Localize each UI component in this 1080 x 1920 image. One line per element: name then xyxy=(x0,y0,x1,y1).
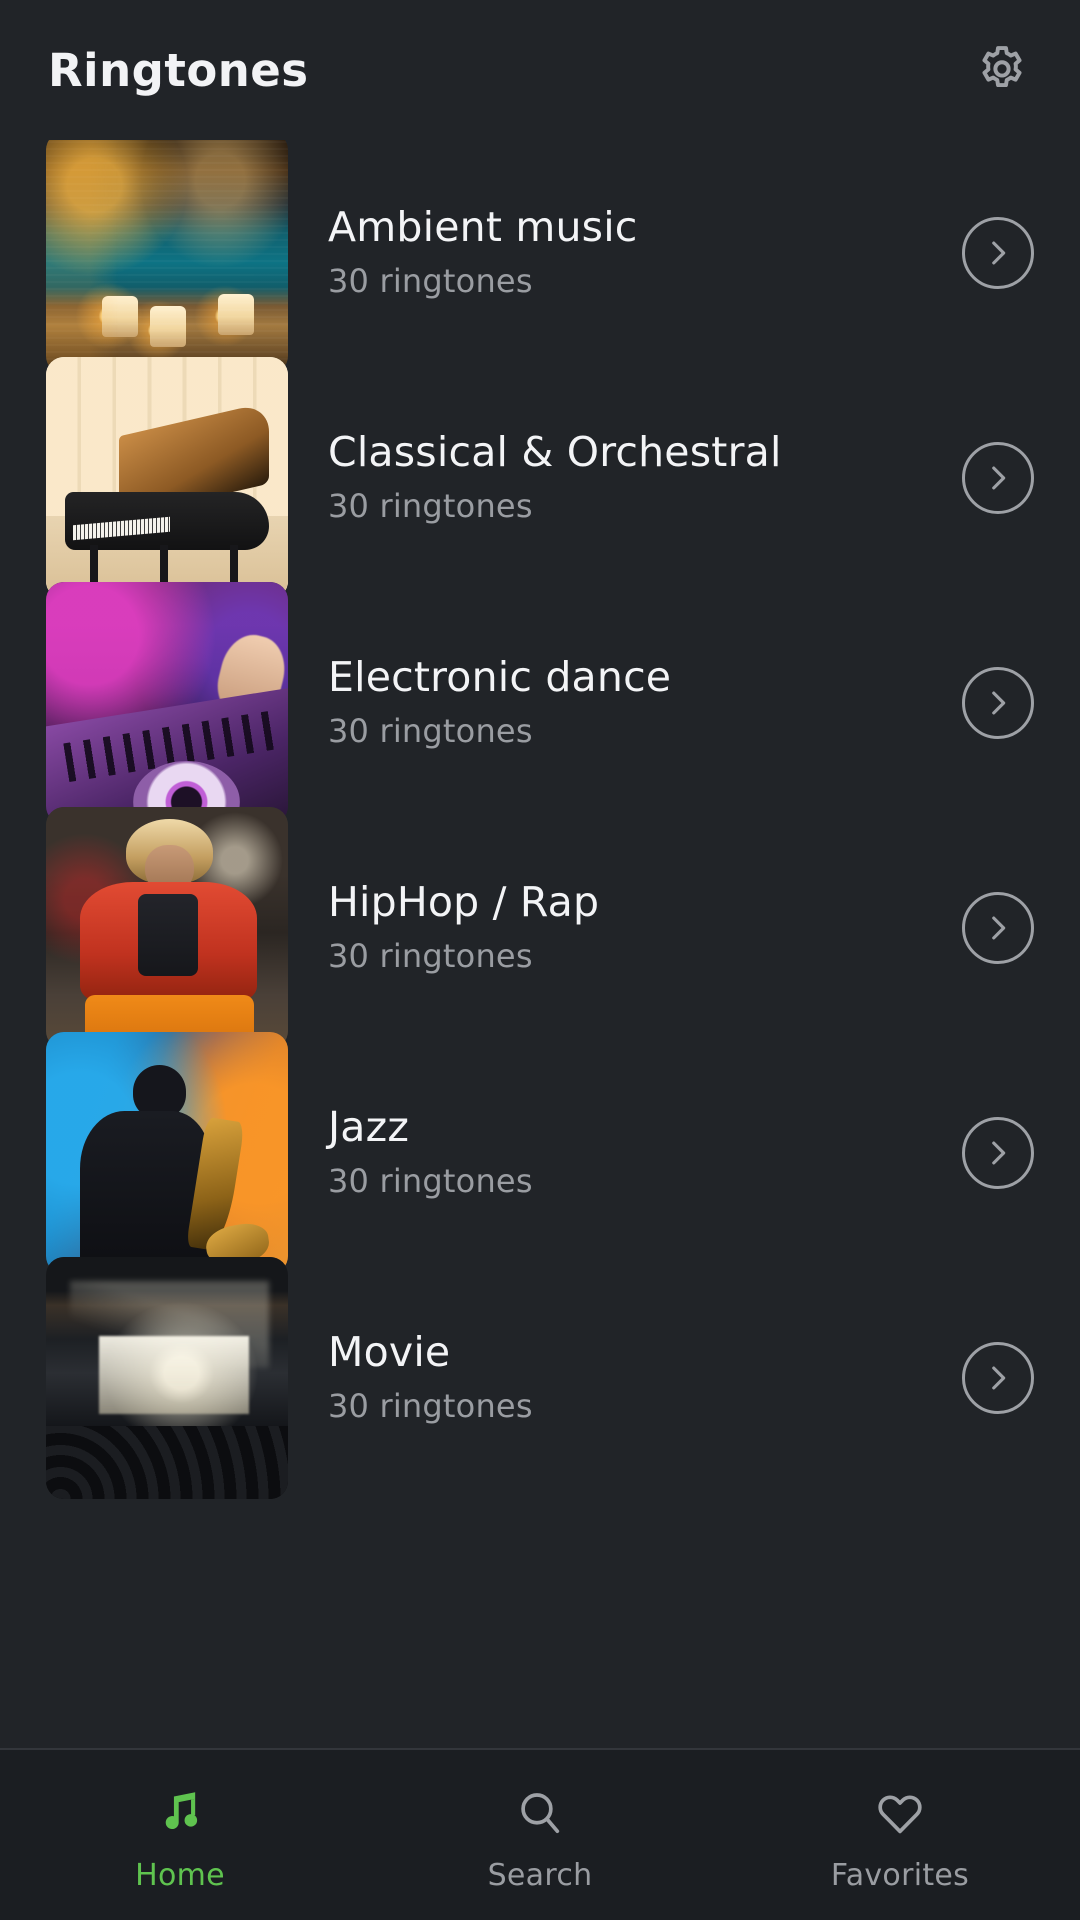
list-item-title: Electronic dance xyxy=(328,653,672,702)
heart-icon xyxy=(874,1784,926,1842)
list-item-subtitle: 30 ringtones xyxy=(328,937,533,976)
list-item[interactable]: Movie 30 ringtones xyxy=(0,1256,1080,1499)
chevron-right-icon[interactable] xyxy=(962,216,1034,289)
nav-item-home[interactable]: Home xyxy=(0,1750,360,1920)
list-item-subtitle: 30 ringtones xyxy=(328,262,533,301)
app-header: Ringtones xyxy=(0,0,1080,140)
list-item-text: Ambient music 30 ringtones xyxy=(288,205,962,299)
list-item[interactable]: Electronic dance 30 ringtones xyxy=(0,581,1080,824)
music-note-icon xyxy=(154,1784,206,1842)
category-thumbnail xyxy=(46,1031,288,1274)
nav-label-favorites: Favorites xyxy=(830,1857,970,1893)
list-item-subtitle: 30 ringtones xyxy=(328,1162,533,1201)
category-list[interactable]: Ambient music 30 ringtones Classical & O… xyxy=(0,140,1080,1748)
list-item[interactable]: Classical & Orchestral 30 ringtones xyxy=(0,356,1080,599)
chevron-right-icon[interactable] xyxy=(962,666,1034,739)
nav-item-favorites[interactable]: Favorites xyxy=(720,1750,1080,1920)
category-thumbnail xyxy=(46,1256,288,1499)
category-thumbnail xyxy=(46,140,288,374)
search-icon xyxy=(514,1784,566,1842)
list-item-text: HipHop / Rap 30 ringtones xyxy=(288,880,962,974)
list-item[interactable]: Ambient music 30 ringtones xyxy=(0,140,1080,374)
nav-label-search: Search xyxy=(487,1857,593,1893)
list-item[interactable]: HipHop / Rap 30 ringtones xyxy=(0,806,1080,1049)
list-item-text: Jazz 30 ringtones xyxy=(288,1105,962,1199)
settings-button[interactable] xyxy=(970,38,1034,102)
chevron-right-icon[interactable] xyxy=(962,891,1034,964)
list-item-text: Electronic dance 30 ringtones xyxy=(288,655,962,749)
category-thumbnail xyxy=(46,356,288,599)
nav-label-home: Home xyxy=(135,1857,225,1893)
list-item-text: Classical & Orchestral 30 ringtones xyxy=(288,430,962,524)
list-item-subtitle: 30 ringtones xyxy=(328,712,533,751)
list-item-title: Ambient music xyxy=(328,203,638,252)
page-title: Ringtones xyxy=(48,43,309,97)
chevron-right-icon[interactable] xyxy=(962,441,1034,514)
nav-item-search[interactable]: Search xyxy=(360,1750,720,1920)
chevron-right-icon[interactable] xyxy=(962,1341,1034,1414)
list-item-text: Movie 30 ringtones xyxy=(288,1330,962,1424)
list-item-title: Movie xyxy=(328,1328,451,1377)
list-item-title: Jazz xyxy=(328,1103,410,1152)
list-item-subtitle: 30 ringtones xyxy=(328,487,533,526)
category-thumbnail xyxy=(46,581,288,824)
chevron-right-icon[interactable] xyxy=(962,1116,1034,1189)
category-thumbnail xyxy=(46,806,288,1049)
gear-icon xyxy=(974,42,1030,98)
bottom-navigation: Home Search Favorites xyxy=(0,1748,1080,1920)
list-item-title: HipHop / Rap xyxy=(328,878,600,927)
list-item-subtitle: 30 ringtones xyxy=(328,1387,533,1426)
list-item-title: Classical & Orchestral xyxy=(328,428,782,477)
app-root: Ringtones Ambient music 30 ringtones Cla… xyxy=(0,0,1080,1920)
list-item[interactable]: Jazz 30 ringtones xyxy=(0,1031,1080,1274)
